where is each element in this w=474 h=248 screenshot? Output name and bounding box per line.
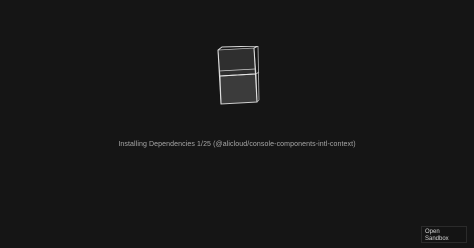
open-sandbox-button[interactable]: Open Sandbox [421,226,467,243]
install-status-text: Installing Dependencies 1/25 (@alicloud/… [118,141,356,148]
sandbox-cube-icon [214,46,260,106]
sandbox-loading-screen: Installing Dependencies 1/25 (@alicloud/… [0,0,474,248]
open-sandbox-label-line2: Sandbox [425,235,449,242]
